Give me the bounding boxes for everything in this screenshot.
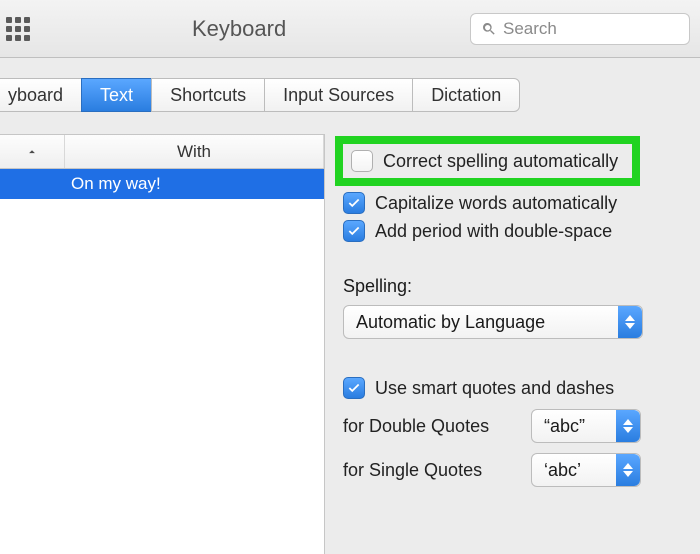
stepper-icon bbox=[618, 306, 642, 338]
search-input[interactable]: Search bbox=[470, 13, 690, 45]
check-icon bbox=[347, 381, 361, 395]
chevron-up-icon bbox=[25, 145, 39, 159]
select-double-quotes[interactable]: “abc” bbox=[531, 409, 641, 443]
toolbar: Keyboard Search bbox=[0, 0, 700, 58]
checkbox-correct-spelling[interactable] bbox=[351, 150, 373, 172]
apps-grid-icon[interactable] bbox=[6, 17, 32, 43]
checkbox-capitalize-words[interactable] bbox=[343, 192, 365, 214]
label-double-quotes: for Double Quotes bbox=[343, 416, 513, 437]
replacements-table: With On my way! bbox=[0, 134, 325, 554]
table-row[interactable]: On my way! bbox=[0, 169, 324, 199]
select-spelling[interactable]: Automatic by Language bbox=[343, 305, 643, 339]
column-replace[interactable] bbox=[0, 135, 65, 168]
label-single-quotes: for Single Quotes bbox=[343, 460, 513, 481]
tab-bar: yboard Text Shortcuts Input Sources Dict… bbox=[0, 78, 700, 112]
window-title: Keyboard bbox=[192, 16, 286, 42]
tab-dictation[interactable]: Dictation bbox=[412, 78, 520, 112]
search-placeholder: Search bbox=[503, 19, 557, 39]
tab-input-sources[interactable]: Input Sources bbox=[264, 78, 412, 112]
checkbox-smart-quotes[interactable] bbox=[343, 377, 365, 399]
cell-with: On my way! bbox=[65, 174, 324, 194]
highlight-correct-spelling: Correct spelling automatically bbox=[335, 136, 640, 186]
check-icon bbox=[347, 196, 361, 210]
select-spelling-value: Automatic by Language bbox=[356, 312, 618, 333]
spelling-label: Spelling: bbox=[343, 276, 680, 297]
stepper-icon bbox=[616, 454, 640, 486]
select-single-quotes-value: ‘abc’ bbox=[544, 460, 616, 481]
label-smart-quotes: Use smart quotes and dashes bbox=[375, 378, 614, 399]
column-with[interactable]: With bbox=[65, 135, 324, 168]
tab-text[interactable]: Text bbox=[81, 78, 151, 112]
label-capitalize-words: Capitalize words automatically bbox=[375, 193, 617, 214]
select-double-quotes-value: “abc” bbox=[544, 416, 616, 437]
search-icon bbox=[481, 21, 497, 37]
checkbox-add-period[interactable] bbox=[343, 220, 365, 242]
stepper-icon bbox=[616, 410, 640, 442]
select-single-quotes[interactable]: ‘abc’ bbox=[531, 453, 641, 487]
label-add-period: Add period with double-space bbox=[375, 221, 612, 242]
check-icon bbox=[347, 224, 361, 238]
tab-keyboard[interactable]: yboard bbox=[0, 78, 81, 112]
label-correct-spelling: Correct spelling automatically bbox=[383, 151, 618, 172]
tab-shortcuts[interactable]: Shortcuts bbox=[151, 78, 264, 112]
